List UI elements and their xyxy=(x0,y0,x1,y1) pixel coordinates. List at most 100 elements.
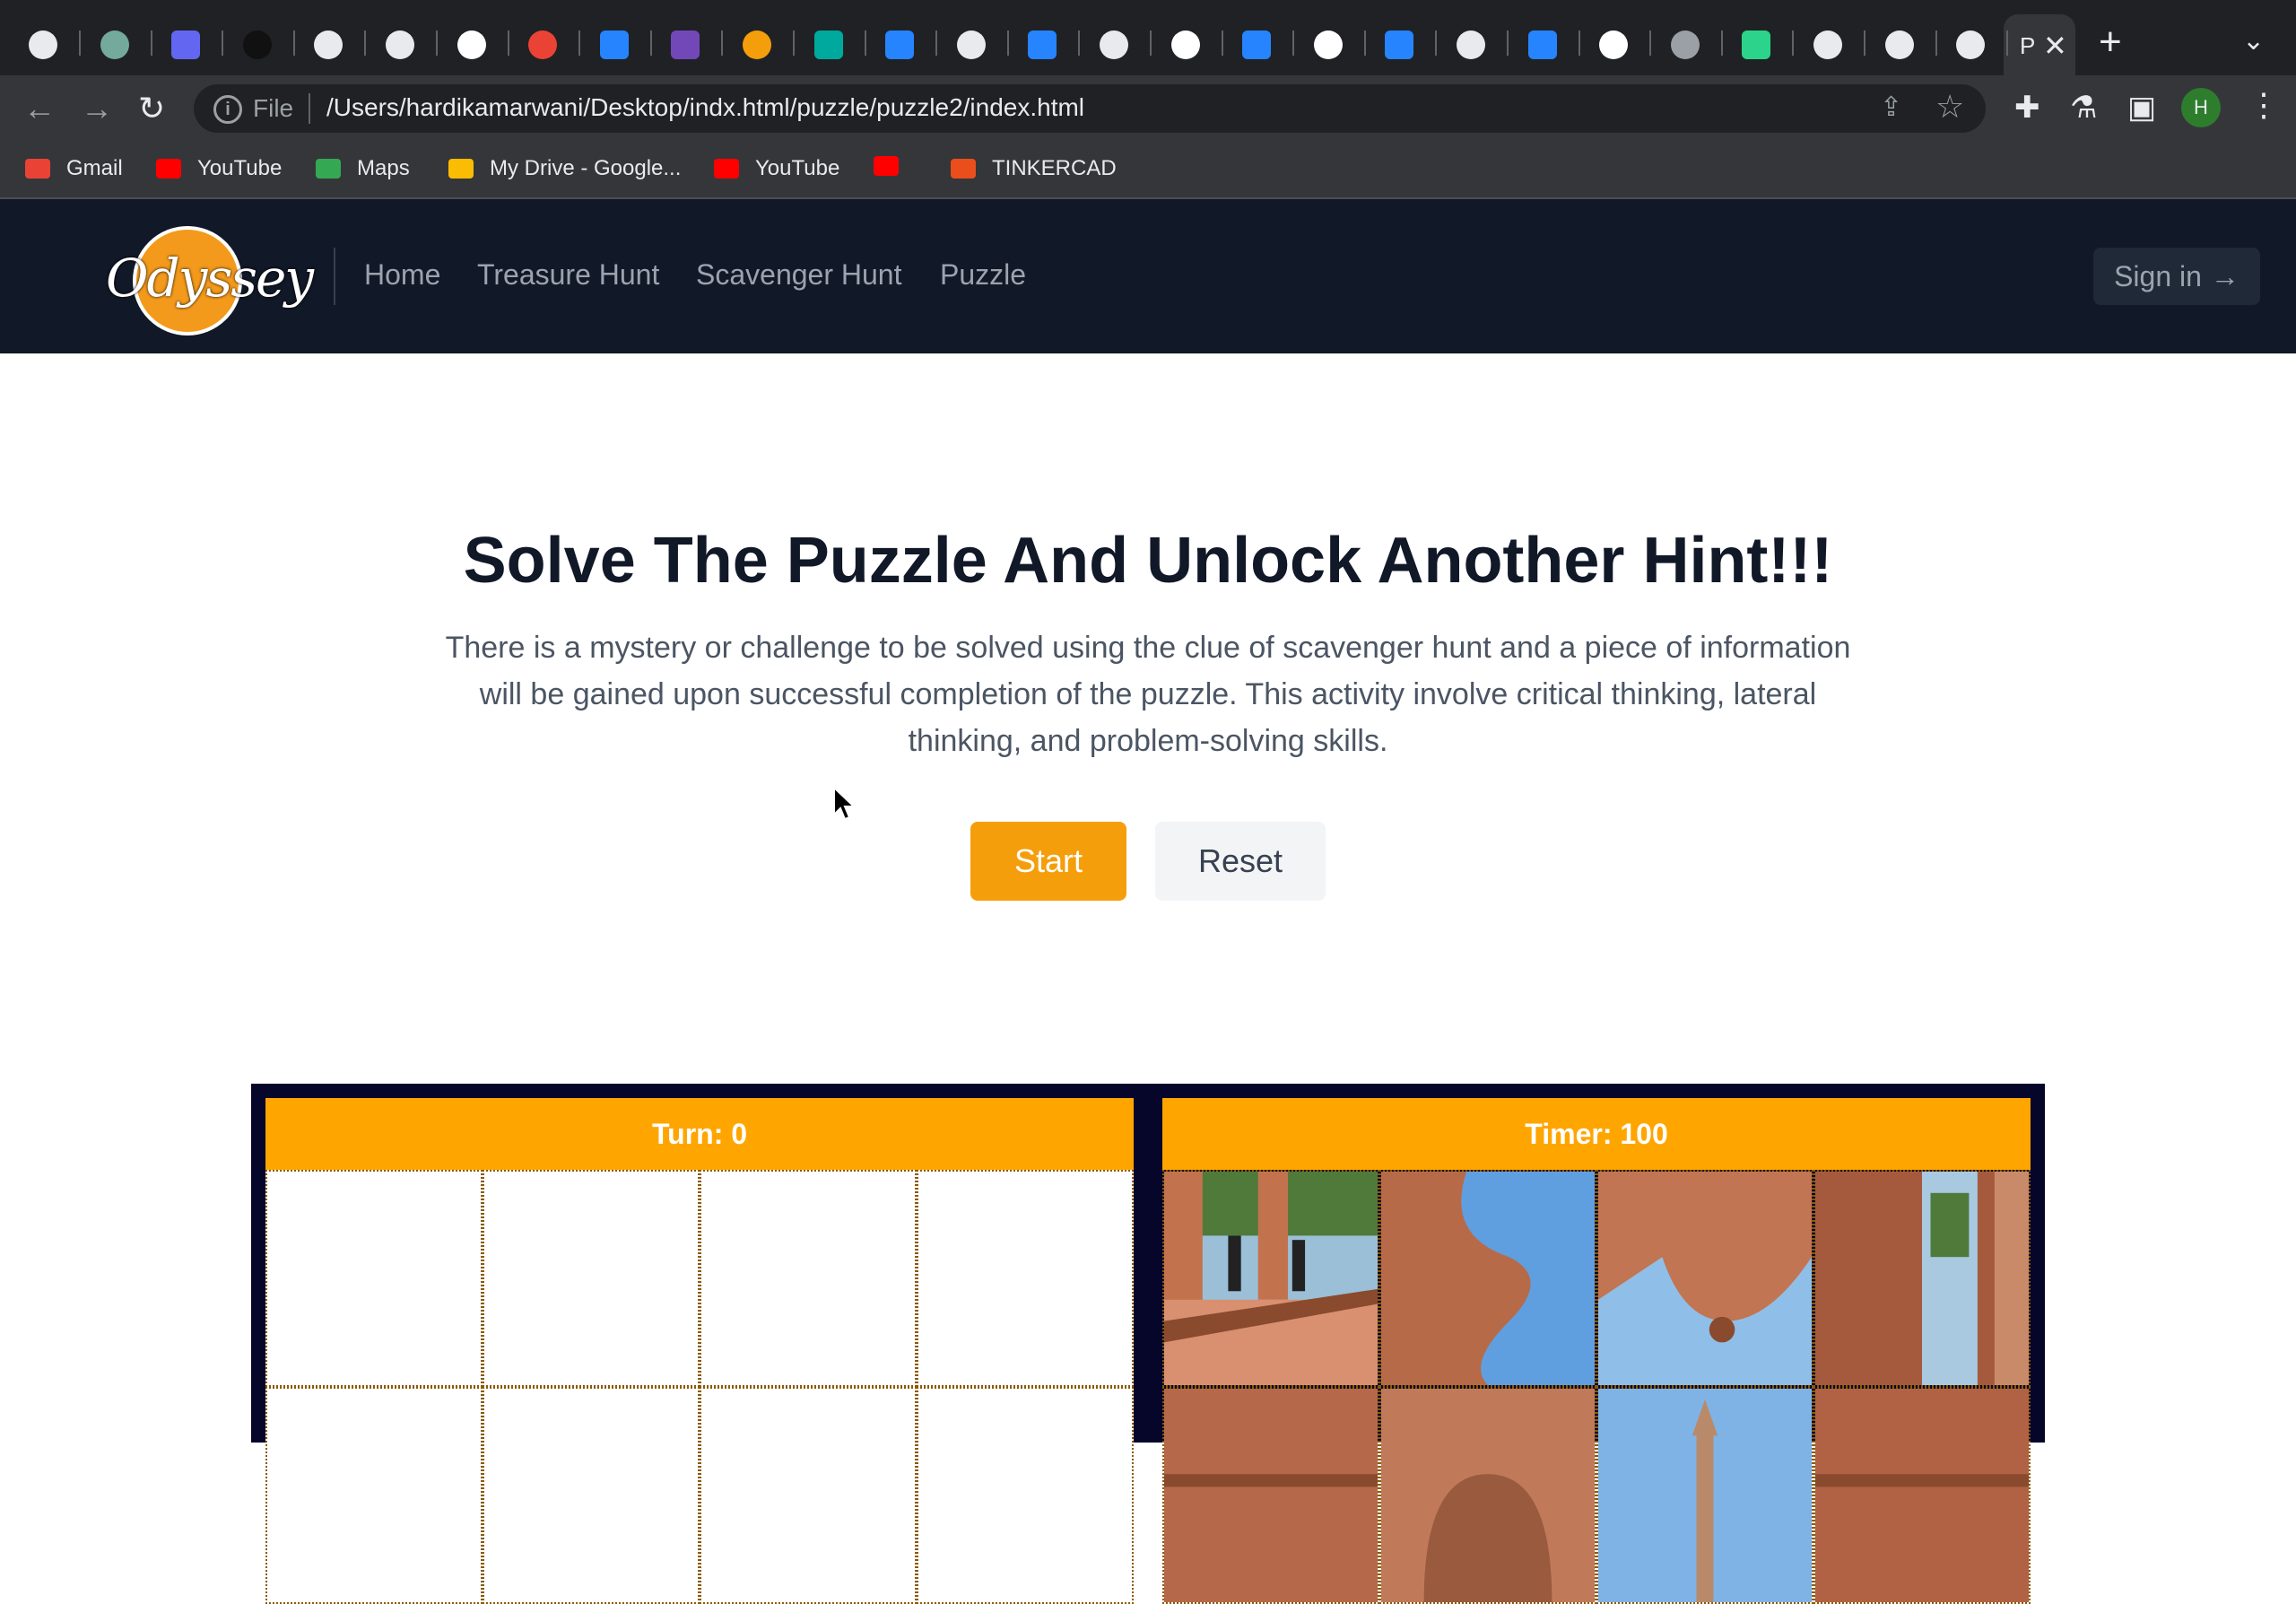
browser-tab[interactable] xyxy=(1087,18,1141,72)
browser-tab[interactable] xyxy=(1516,18,1570,72)
browser-tab-strip: P ✕ + ⌄ xyxy=(0,0,2296,75)
puzzle-piece-image xyxy=(1815,1389,2029,1602)
tab-separator xyxy=(1150,31,1152,56)
page-title: Solve The Puzzle And Unlock Another Hint… xyxy=(463,525,1833,597)
chatgpt-icon xyxy=(100,31,129,59)
puzzle-piece[interactable] xyxy=(1379,1387,1596,1604)
browser-tab[interactable] xyxy=(873,18,926,72)
nav-scavenger-hunt-link[interactable]: Scavenger Hunt xyxy=(696,258,901,292)
puzzle-piece[interactable] xyxy=(1162,1170,1379,1387)
nav-treasure-hunt-link[interactable]: Treasure Hunt xyxy=(477,258,659,292)
bookmark-label: TINKERCAD xyxy=(992,156,1117,180)
browser-tab[interactable] xyxy=(88,18,142,72)
browser-tab[interactable] xyxy=(516,18,570,72)
puzzle-piece[interactable] xyxy=(1596,1170,1813,1387)
bookmark-item[interactable]: YouTube xyxy=(714,156,839,181)
url-text[interactable]: /Users/hardikamarwani/Desktop/indx.html/… xyxy=(326,93,1084,122)
browser-tab[interactable] xyxy=(587,18,641,72)
browser-tab[interactable] xyxy=(301,18,355,72)
bookmark-item[interactable]: Maps xyxy=(316,156,410,181)
puzzle-piece[interactable] xyxy=(1596,1387,1813,1604)
forward-arrow-icon[interactable]: → xyxy=(81,90,113,127)
start-button[interactable]: Start xyxy=(970,822,1126,901)
board-cell[interactable] xyxy=(700,1170,917,1387)
labs-flask-icon[interactable]: ⚗ xyxy=(2070,90,2097,126)
nav-home-link[interactable]: Home xyxy=(364,258,440,292)
browser-tab[interactable] xyxy=(1015,18,1069,72)
tab-separator xyxy=(1864,31,1866,56)
browser-tab[interactable] xyxy=(230,18,284,72)
site-header: Odyssey Home Treasure Hunt Scavenger Hun… xyxy=(0,199,2296,353)
browser-tab[interactable] xyxy=(1658,18,1712,72)
tab-separator xyxy=(507,31,509,56)
address-bar[interactable]: i File /Users/hardikamarwani/Desktop/ind… xyxy=(194,84,1986,133)
sheet-icon xyxy=(1742,31,1771,59)
google-icon xyxy=(1170,31,1200,59)
swirl-icon xyxy=(743,31,771,59)
browser-tab[interactable] xyxy=(373,18,427,72)
board-cell[interactable] xyxy=(700,1387,917,1604)
bookmark-label: Maps xyxy=(357,156,410,180)
browser-tab[interactable] xyxy=(1372,18,1426,72)
reload-icon[interactable]: ↻ xyxy=(138,90,165,127)
tab-separator xyxy=(2006,31,2009,56)
browser-tab[interactable] xyxy=(1729,18,1783,72)
sign-in-button[interactable]: Sign in → xyxy=(2093,248,2260,305)
puzzle-piece[interactable] xyxy=(1379,1170,1596,1387)
browser-tab[interactable] xyxy=(1587,18,1640,72)
bookmark-item[interactable]: My Drive - Google... xyxy=(448,156,681,181)
puzzle-piece[interactable] xyxy=(1162,1387,1379,1604)
board-cell[interactable] xyxy=(483,1387,700,1604)
new-tab-icon[interactable]: + xyxy=(2099,20,2122,65)
profile-avatar[interactable]: H xyxy=(2181,88,2221,127)
browser-tab[interactable] xyxy=(658,18,712,72)
extensions-puzzle-icon[interactable]: ✚ xyxy=(2014,90,2040,126)
more-menu-icon[interactable]: ⋮ xyxy=(2248,86,2280,124)
puzzle-piece[interactable] xyxy=(1813,1387,2031,1604)
browser-tab[interactable] xyxy=(1230,18,1283,72)
tab-search-chevron-icon[interactable]: ⌄ xyxy=(2242,25,2265,57)
browser-tab[interactable] xyxy=(445,18,499,72)
browser-tab[interactable] xyxy=(16,18,70,72)
gmail-icon xyxy=(528,31,558,59)
nav-puzzle-link[interactable]: Puzzle xyxy=(940,258,1026,292)
browser-tab[interactable] xyxy=(1944,18,1997,72)
tab-separator xyxy=(364,31,367,56)
youtube-icon xyxy=(714,159,739,179)
browser-tab[interactable] xyxy=(1444,18,1498,72)
browser-tab[interactable] xyxy=(730,18,784,72)
browser-tab[interactable] xyxy=(159,18,213,72)
bookmark-star-icon[interactable]: ☆ xyxy=(1935,88,1964,126)
back-arrow-icon[interactable]: ← xyxy=(23,90,56,127)
google-icon xyxy=(457,31,486,59)
tab-separator xyxy=(1006,31,1009,56)
active-tab[interactable]: P ✕ xyxy=(2004,14,2075,75)
browser-tab[interactable] xyxy=(1159,18,1213,72)
bookmark-item[interactable]: Gmail xyxy=(25,156,123,181)
board-cell[interactable] xyxy=(483,1170,700,1387)
tinkercad-icon xyxy=(951,159,976,179)
browser-tab[interactable] xyxy=(802,18,856,72)
stack-icon xyxy=(171,31,201,59)
reset-button[interactable]: Reset xyxy=(1155,822,1326,901)
tab-separator xyxy=(292,31,295,56)
bitbucket-icon xyxy=(885,31,915,59)
site-info-icon[interactable]: i xyxy=(213,95,242,124)
browser-tab[interactable] xyxy=(1873,18,1926,72)
board-cell[interactable] xyxy=(917,1387,1134,1604)
board-cell[interactable] xyxy=(917,1170,1134,1387)
close-tab-icon[interactable]: ✕ xyxy=(2043,29,2067,63)
bookmark-item[interactable]: YouTube xyxy=(156,156,282,181)
puzzle-piece[interactable] xyxy=(1813,1170,2031,1387)
board-cell[interactable] xyxy=(265,1387,483,1604)
diamond-icon xyxy=(813,31,843,59)
board-cell[interactable] xyxy=(265,1170,483,1387)
share-icon[interactable]: ⇪ xyxy=(1880,92,1902,123)
browser-tab[interactable] xyxy=(1801,18,1855,72)
side-panel-icon[interactable]: ▣ xyxy=(2127,90,2156,126)
browser-tab[interactable] xyxy=(1301,18,1355,72)
logo-text[interactable]: Odyssey xyxy=(106,248,314,309)
browser-tab[interactable] xyxy=(944,18,998,72)
bookmark-item[interactable]: TINKERCAD xyxy=(951,156,1117,181)
bookmark-item[interactable] xyxy=(874,156,915,176)
